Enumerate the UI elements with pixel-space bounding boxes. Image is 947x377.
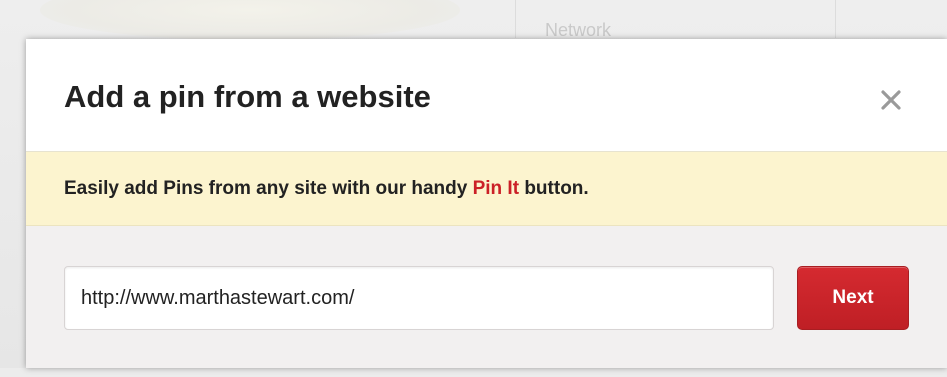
background-blur-shape — [40, 0, 460, 40]
next-button[interactable]: Next — [797, 266, 909, 330]
url-form: Next — [26, 226, 947, 368]
add-pin-modal: Add a pin from a website Easily add Pins… — [26, 39, 947, 368]
banner-text: Easily add Pins from any site with our h… — [64, 178, 589, 200]
website-url-input[interactable] — [64, 266, 774, 330]
banner-text-after: button. — [519, 178, 589, 199]
modal-header: Add a pin from a website — [26, 39, 947, 152]
close-button[interactable] — [874, 83, 908, 117]
modal-title: Add a pin from a website — [64, 79, 431, 114]
pin-it-banner: Easily add Pins from any site with our h… — [26, 152, 947, 226]
background-bottom-strip — [0, 368, 947, 377]
background-network-text: Network — [545, 20, 612, 40]
banner-text-before: Easily add Pins from any site with our h… — [64, 178, 473, 199]
pin-it-link[interactable]: Pin It — [473, 178, 519, 199]
close-icon — [881, 90, 901, 110]
background-divider — [515, 0, 516, 38]
background-divider — [835, 0, 836, 38]
